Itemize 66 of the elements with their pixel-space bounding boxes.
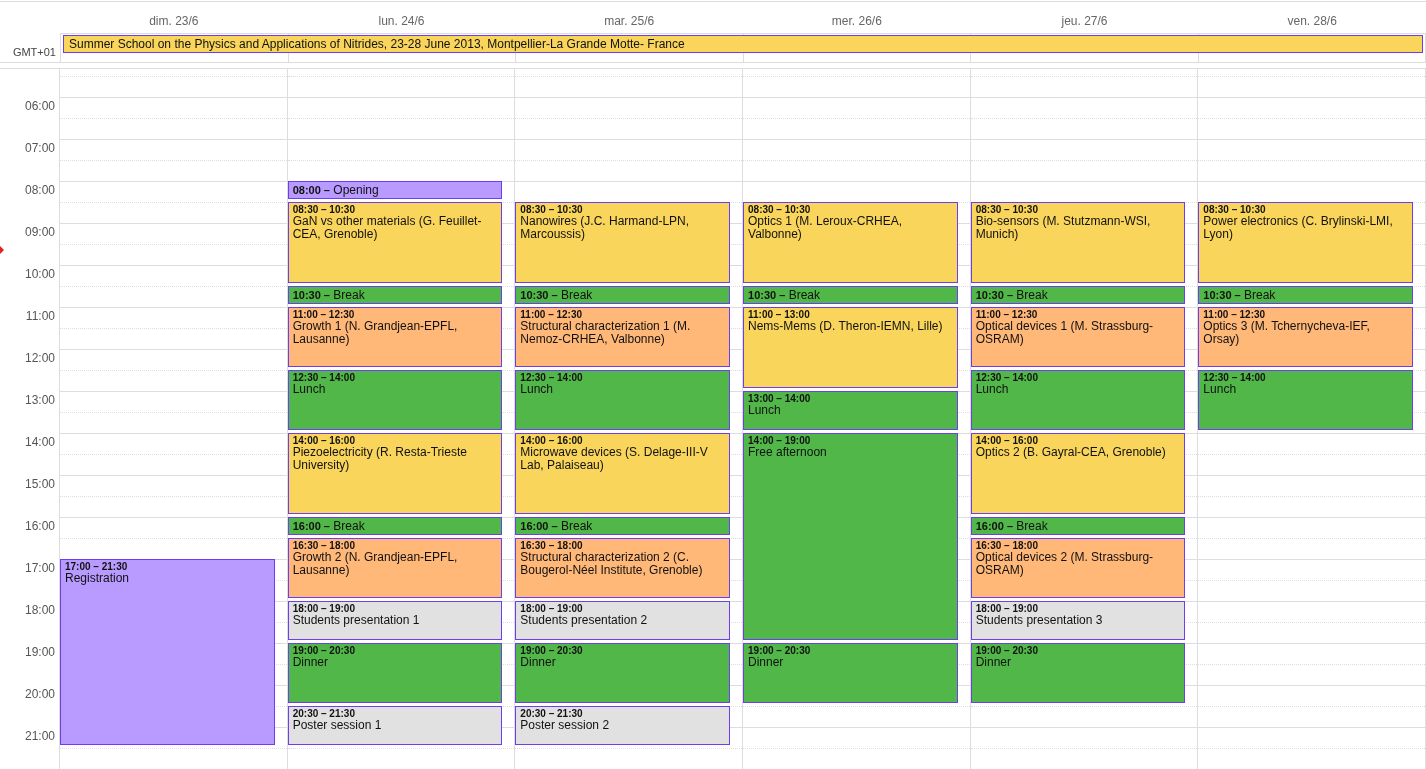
hour-label: 20:00: [24, 687, 55, 701]
day-header[interactable]: lun. 24/6: [287, 14, 516, 32]
calendar-event[interactable]: 18:00 – 19:00 Students presentation 3: [970, 601, 1186, 640]
calendar-event[interactable]: 11:00 – 12:30 Structural characterization 1 (M. Nemoz-CRHEA, Valbonne): [515, 307, 730, 367]
hour-label: 09:00: [24, 225, 55, 239]
hour-label: 19:00: [24, 645, 55, 659]
day-header[interactable]: jeu. 27/6: [970, 14, 1199, 32]
calendar-event[interactable]: 10:30 – Break: [743, 286, 958, 304]
calendar-event[interactable]: 17:00 – 21:30 Registration: [60, 559, 275, 745]
current-time-marker-icon: [0, 246, 4, 254]
calendar-event[interactable]: 10:30 – Break: [515, 286, 730, 304]
hour-label: 10:00: [24, 267, 55, 281]
calendar-event[interactable]: 08:30 – 10:30 Bio-sensors (M. Stutzmann-WSI, Munich): [970, 202, 1186, 283]
hour-label: 11:00: [25, 309, 55, 323]
calendar-event[interactable]: 08:30 – 10:30 GaN vs other materials (G. Feuillet-CEA, Grenoble): [287, 202, 503, 283]
calendar-event[interactable]: 19:00 – 20:30 Dinner: [287, 643, 503, 703]
calendar-event[interactable]: 14:00 – 16:00 Piezoelectricity (R. Resta-Trieste University): [287, 433, 503, 514]
calendar-event[interactable]: 10:30 – Break: [970, 286, 1186, 304]
calendar-event[interactable]: 16:00 – Break: [287, 517, 503, 535]
hour-label: 15:00: [24, 477, 55, 491]
calendar-event[interactable]: 11:00 – 13:00 Nems-Mems (D. Theron-IEMN, Lille): [743, 307, 958, 388]
timezone-label: GMT+01: [12, 46, 56, 58]
calendar-event[interactable]: 08:00 – Opening: [287, 181, 503, 199]
calendar-event[interactable]: 16:30 – 18:00 Growth 2 (N. Grandjean-EPFL, Lausanne): [287, 538, 503, 598]
day-header[interactable]: dim. 23/6: [60, 14, 288, 32]
calendar-event[interactable]: 14:00 – 16:00 Optics 2 (B. Gayral-CEA, Grenoble): [970, 433, 1186, 514]
hour-label: 12:00: [24, 351, 55, 365]
calendar-event[interactable]: 12:30 – 14:00 Lunch: [970, 370, 1186, 430]
calendar-event[interactable]: 16:00 – Break: [515, 517, 730, 535]
hour-label: 06:00: [24, 99, 55, 113]
calendar-event[interactable]: 18:00 – 19:00 Students presentation 2: [515, 601, 730, 640]
calendar-event[interactable]: 18:00 – 19:00 Students presentation 1: [287, 601, 503, 640]
calendar-event[interactable]: 12:30 – 14:00 Lunch: [515, 370, 730, 430]
calendar-event[interactable]: 20:30 – 21:30 Poster session 1: [287, 706, 503, 745]
calendar-event[interactable]: 08:30 – 10:30 Power electronics (C. Brylinski-LMI, Lyon): [1198, 202, 1414, 283]
calendar-event[interactable]: 14:00 – 19:00 Free afternoon: [743, 433, 958, 640]
calendar-event[interactable]: 16:00 – Break: [970, 517, 1186, 535]
calendar-event[interactable]: 16:30 – 18:00 Structural characterization 2 (C. Bougerol-Néel Institute, Grenoble): [515, 538, 730, 598]
calendar-event[interactable]: 12:30 – 14:00 Lunch: [1198, 370, 1414, 430]
calendar-event[interactable]: 19:00 – 20:30 Dinner: [970, 643, 1186, 703]
calendar-event[interactable]: 10:30 – Break: [287, 286, 503, 304]
calendar-event[interactable]: 11:00 – 12:30 Optics 3 (M. Tchernycheva-IEF, Orsay): [1198, 307, 1414, 367]
hour-label: 18:00: [24, 603, 55, 617]
hour-label: 21:00: [24, 729, 55, 743]
calendar-event[interactable]: 08:30 – 10:30 Optics 1 (M. Leroux-CRHEA, Valbonne): [743, 202, 958, 283]
calendar-event[interactable]: 12:30 – 14:00 Lunch: [287, 370, 503, 430]
hour-label: 16:00: [24, 519, 55, 533]
calendar-event[interactable]: 08:30 – 10:30 Nanowires (J.C. Harmand-LPN, Marcoussis): [515, 202, 730, 283]
calendar-event[interactable]: 19:00 – 20:30 Dinner: [743, 643, 958, 703]
hour-label: 14:00: [24, 435, 55, 449]
hour-label: 07:00: [24, 141, 55, 155]
calendar-event[interactable]: 13:00 – 14:00 Lunch: [743, 391, 958, 430]
hour-label: 08:00: [24, 183, 55, 197]
calendar-event[interactable]: 14:00 – 16:00 Microwave devices (S. Delage-III-V Lab, Palaiseau): [515, 433, 730, 514]
calendar-event[interactable]: 19:00 – 20:30 Dinner: [515, 643, 730, 703]
day-header[interactable]: ven. 28/6: [1198, 14, 1426, 32]
all-day-event[interactable]: Summer School on the Physics and Applications of Nitrides, 23-28 June 2013, Montpellier-La Grande Motte- France: [63, 35, 1423, 53]
calendar-event[interactable]: 20:30 – 21:30 Poster session 2: [515, 706, 730, 745]
calendar-event[interactable]: 10:30 – Break: [1198, 286, 1414, 304]
hour-label: 13:00: [24, 393, 55, 407]
day-header[interactable]: mar. 25/6: [515, 14, 743, 32]
calendar-event[interactable]: 11:00 – 12:30 Growth 1 (N. Grandjean-EPFL, Lausanne): [287, 307, 503, 367]
hour-label: 17:00: [24, 561, 55, 575]
calendar-event[interactable]: 16:30 – 18:00 Optical devices 2 (M. Strassburg-OSRAM): [970, 538, 1186, 598]
day-header[interactable]: mer. 26/6: [743, 14, 971, 32]
calendar-event[interactable]: 11:00 – 12:30 Optical devices 1 (M. Strassburg-OSRAM): [970, 307, 1186, 367]
